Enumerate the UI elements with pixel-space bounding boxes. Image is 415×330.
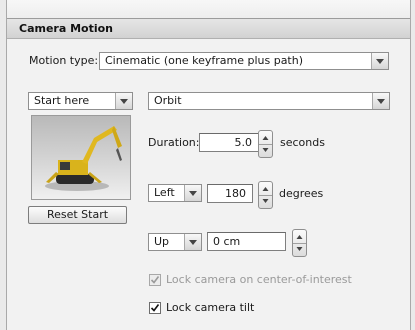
section-title: Camera Motion (19, 22, 114, 35)
duration-label: Duration: (148, 136, 200, 149)
camera-motion-panel: Camera Motion Motion type: Cinematic (on… (6, 0, 411, 330)
lock-coi-label: Lock camera on center-of-interest (166, 273, 352, 286)
start-value: Start here (34, 94, 90, 107)
spin-down-icon (262, 199, 269, 203)
vertical-distance-stepper[interactable] (292, 229, 307, 257)
orbit-direction-dropdown[interactable]: Left (148, 184, 202, 202)
panel-top-band (7, 0, 410, 18)
lock-coi-checkbox[interactable] (149, 274, 161, 286)
lock-tilt-checkbox[interactable] (149, 302, 161, 314)
orbit-angle-input[interactable]: 180 (207, 184, 253, 203)
vertical-distance-value: 0 cm (213, 235, 241, 248)
orbit-direction-value: Left (154, 186, 175, 199)
section-header[interactable]: Camera Motion (7, 18, 410, 39)
chevron-down-icon[interactable] (372, 93, 389, 109)
vertical-distance-input[interactable]: 0 cm (207, 232, 286, 251)
chevron-down-icon[interactable] (115, 93, 132, 109)
orbit-angle-unit: degrees (279, 187, 324, 200)
duration-value: 5.0 (234, 136, 253, 149)
spin-up-icon (262, 136, 269, 140)
orbit-angle-value: 180 (225, 187, 246, 200)
vertical-direction-dropdown[interactable]: Up (148, 233, 202, 251)
spin-up-icon (262, 187, 269, 191)
spin-down-icon (262, 148, 269, 152)
duration-unit: seconds (280, 136, 325, 149)
motion-type-label: Motion type: (29, 54, 99, 67)
spin-up-icon (296, 235, 303, 239)
chevron-down-icon[interactable] (184, 185, 201, 201)
chevron-down-icon[interactable] (184, 234, 201, 250)
motion-type-dropdown[interactable]: Cinematic (one keyframe plus path) (99, 52, 389, 70)
spin-down-icon (296, 247, 303, 251)
motion-type-value: Cinematic (one keyframe plus path) (105, 54, 304, 67)
orbit-angle-stepper[interactable] (258, 181, 273, 209)
checkmark-icon (150, 276, 160, 284)
reset-start-button[interactable]: Reset Start (28, 206, 127, 224)
checkmark-icon (150, 304, 160, 312)
lock-tilt-label: Lock camera tilt (166, 301, 255, 314)
duration-input[interactable]: 5.0 (199, 133, 259, 152)
path-type-value: Orbit (154, 94, 182, 107)
start-dropdown[interactable]: Start here (28, 92, 133, 110)
path-type-dropdown[interactable]: Orbit (148, 92, 390, 110)
duration-stepper[interactable] (258, 130, 273, 158)
chevron-down-icon[interactable] (371, 53, 388, 69)
keyframe-thumbnail (31, 115, 131, 200)
vertical-direction-value: Up (154, 235, 170, 248)
